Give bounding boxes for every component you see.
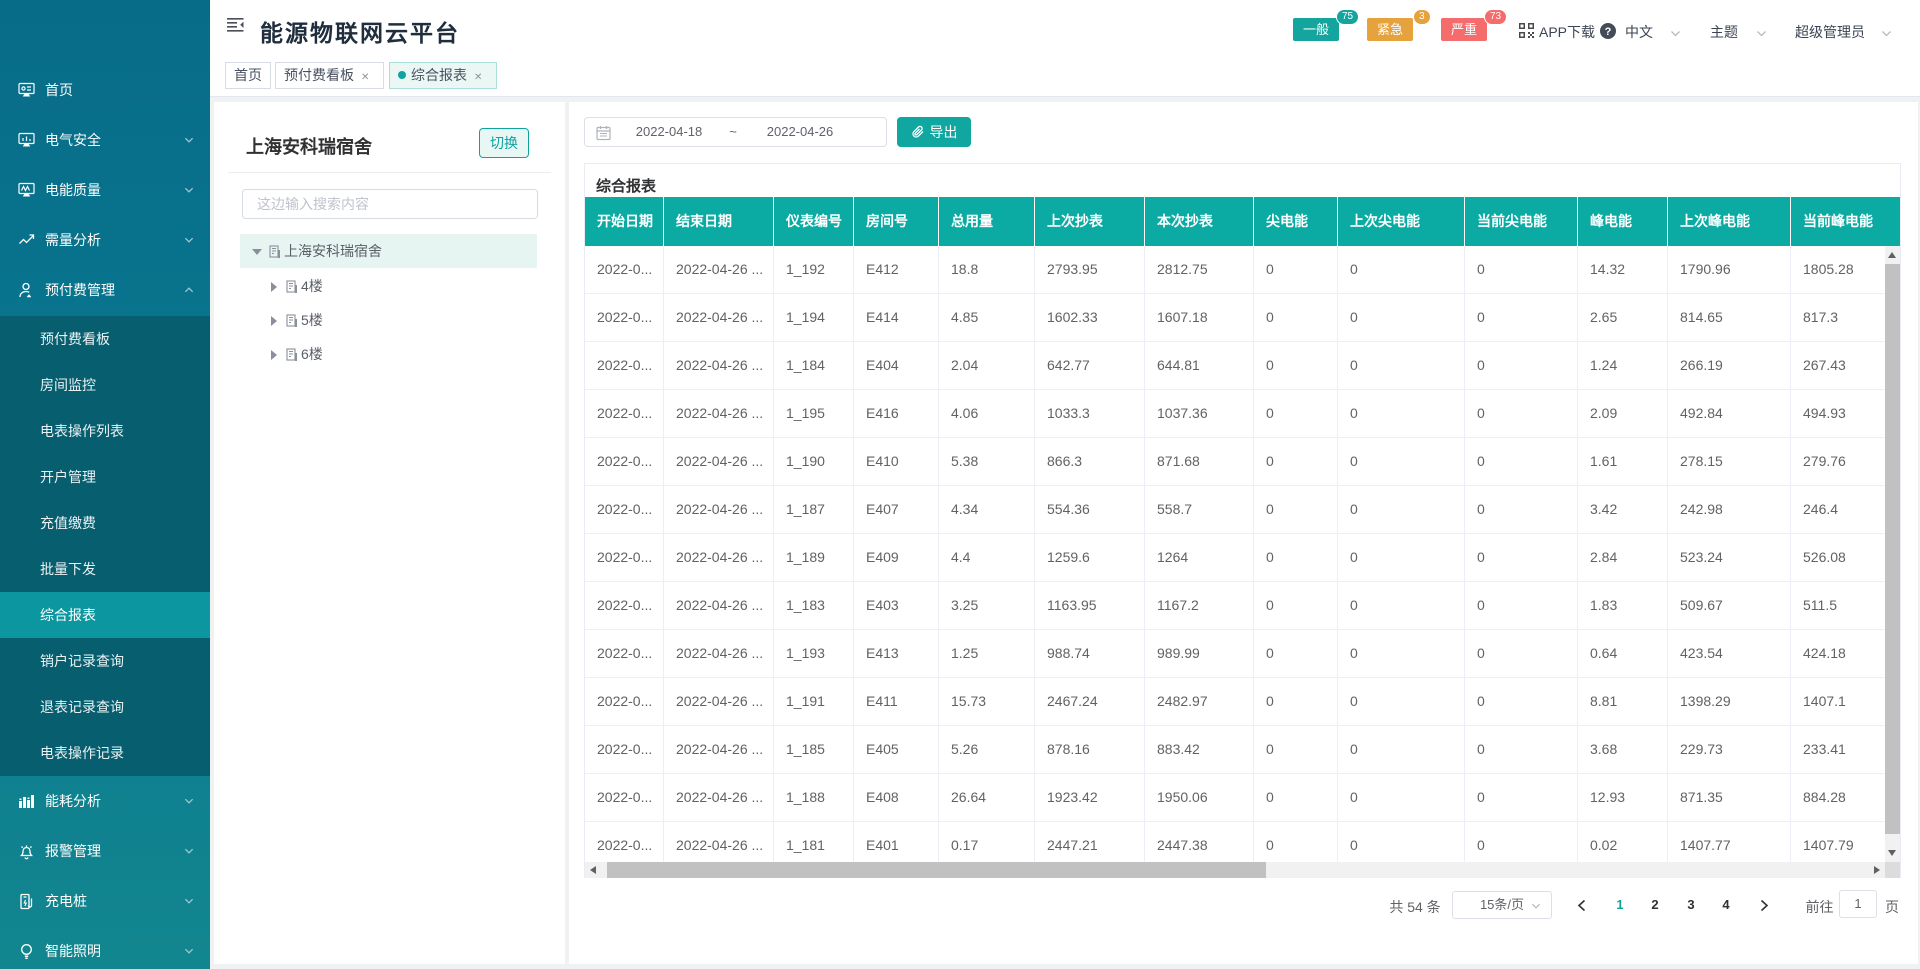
svg-text:?: ? — [1605, 26, 1612, 38]
